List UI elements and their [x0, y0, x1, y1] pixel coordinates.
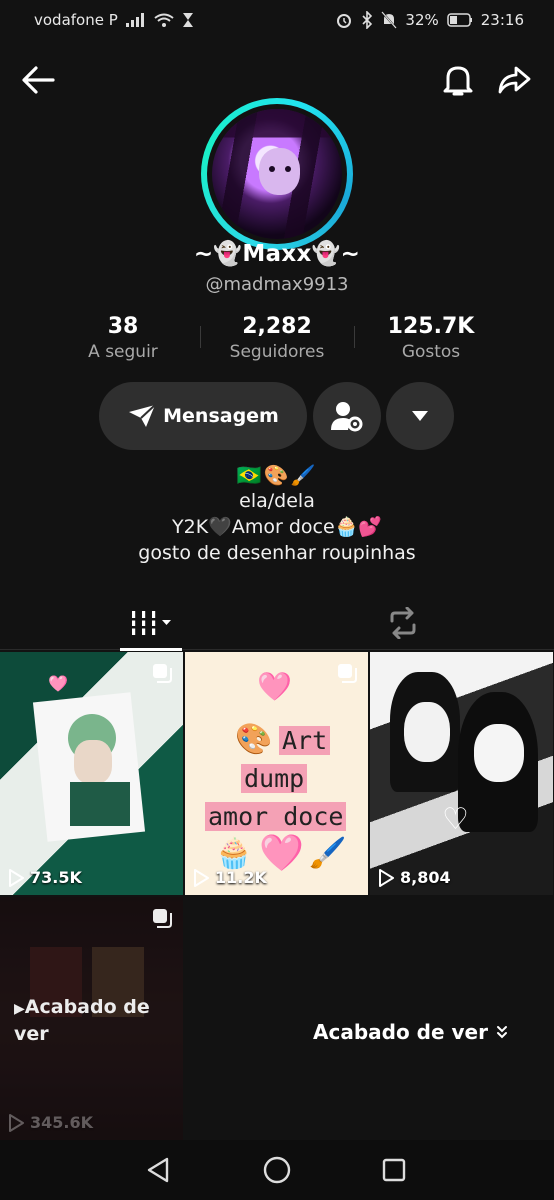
wifi-icon — [154, 13, 174, 27]
tab-reposts[interactable] — [372, 596, 434, 650]
system-back-button[interactable] — [138, 1152, 178, 1188]
following-stat[interactable]: 38 A seguir — [46, 312, 200, 362]
view-count: 73.5K — [8, 868, 82, 887]
following-count: 38 — [107, 314, 139, 339]
more-options-button[interactable] — [386, 382, 454, 450]
double-chevron-down-icon — [496, 1026, 507, 1039]
content-tabs — [0, 596, 554, 651]
notifications-button[interactable] — [434, 56, 482, 104]
view-count: 11.2K — [193, 868, 267, 887]
play-icon — [9, 868, 24, 887]
recently-watched-badge: ▶Acabado de ver — [14, 996, 150, 1045]
bio-line-2: Y2K🖤Amor doce🧁💕 — [172, 516, 382, 538]
square-recents-icon — [382, 1158, 406, 1182]
recently-watched-label: Acabado de ver — [313, 1020, 488, 1044]
paintbrush-icon: 🖌️ — [309, 836, 347, 871]
heart-icon: 🩷 — [48, 674, 68, 693]
arrow-left-icon — [22, 66, 55, 94]
multi-photo-icon — [338, 664, 357, 683]
profile-stats: 38 A seguir 2,282 Seguidores 125.7K Gost… — [0, 312, 554, 362]
video-thumbnail[interactable]: ▶Acabado de ver 345.6K — [0, 897, 183, 1140]
share-arrow-icon — [498, 66, 531, 94]
avatar — [212, 109, 342, 239]
multi-photo-icon — [153, 664, 172, 683]
play-icon: ▶ — [14, 1001, 25, 1017]
send-icon — [129, 404, 156, 427]
bio-line-3: gosto de desenhar roupinhas — [138, 542, 416, 564]
followers-stat[interactable]: 2,282 Seguidores — [200, 312, 354, 362]
tab-videos[interactable] — [120, 596, 182, 651]
bio-pronouns: ela/dela — [239, 490, 315, 512]
following-label: A seguir — [88, 342, 158, 362]
avatar-story-ring[interactable] — [201, 98, 353, 250]
followers-count: 2,282 — [242, 314, 312, 339]
bluetooth-icon — [361, 11, 373, 29]
play-icon — [194, 868, 209, 887]
message-button[interactable]: Mensagem — [99, 382, 307, 450]
likes-label: Gostos — [401, 342, 461, 362]
view-count: 8,804 — [378, 868, 451, 887]
palette-icon: 🎨 — [235, 722, 273, 757]
video-thumbnail[interactable]: 🩷 73.5K — [0, 652, 183, 895]
chevron-down-icon — [412, 411, 428, 421]
art-title-line-2: dump — [241, 764, 308, 793]
circle-home-icon — [263, 1156, 291, 1184]
user-settings-icon — [331, 402, 363, 432]
video-thumbnail[interactable]: ♡ 8,804 — [370, 652, 553, 895]
bell-icon — [443, 66, 473, 96]
grid-filter-icon — [129, 611, 171, 635]
view-count: 345.6K — [8, 1113, 93, 1132]
heart-hands-icon: ♡ — [442, 802, 469, 837]
repost-icon — [390, 607, 416, 639]
likes-stat[interactable]: 125.7K Gostos — [354, 312, 508, 362]
carrier-name: vodafone P — [34, 11, 118, 29]
status-bar: vodafone P 32% 23:16 — [0, 0, 554, 40]
battery-icon — [447, 13, 473, 27]
likes-count: 125.7K — [387, 314, 475, 339]
username: @madmax9913 — [205, 274, 349, 295]
battery-percent: 32% — [405, 11, 439, 29]
play-icon — [379, 868, 394, 887]
profile-bio: 🇧🇷🎨🖌️ ela/dela Y2K🖤Amor doce🧁💕 gosto de … — [0, 462, 554, 566]
hourglass-icon — [182, 12, 194, 28]
message-button-label: Mensagem — [163, 405, 279, 427]
system-nav-bar — [0, 1140, 554, 1200]
recently-watched-button[interactable]: Acabado de ver — [313, 1020, 508, 1044]
signal-icon — [125, 13, 146, 27]
display-name: ~👻Maxx👻~ — [193, 241, 361, 267]
friend-settings-button[interactable] — [313, 382, 381, 450]
art-title-line-1: Art — [279, 726, 331, 755]
mute-bell-icon — [381, 11, 398, 29]
system-recents-button[interactable] — [374, 1152, 414, 1188]
top-nav — [0, 56, 554, 104]
art-title-line-3: amor doce — [205, 802, 347, 831]
triangle-back-icon — [147, 1157, 169, 1183]
clock-time: 23:16 — [480, 11, 524, 29]
cupcake-icon: 🧁 — [215, 836, 253, 871]
followers-label: Seguidores — [229, 342, 325, 362]
back-button[interactable] — [14, 56, 62, 104]
share-button[interactable] — [490, 56, 538, 104]
alarm-icon — [335, 11, 353, 29]
bio-emojis: 🇧🇷🎨🖌️ — [236, 463, 318, 487]
multi-photo-icon — [153, 909, 172, 928]
play-icon — [9, 1113, 24, 1132]
video-thumbnail[interactable]: 🩷 🎨 Art dump amor doce 🧁 🩷 🖌️ 11.2K — [185, 652, 368, 895]
heart-icon: 🩷 — [257, 670, 292, 703]
system-home-button[interactable] — [257, 1152, 297, 1188]
